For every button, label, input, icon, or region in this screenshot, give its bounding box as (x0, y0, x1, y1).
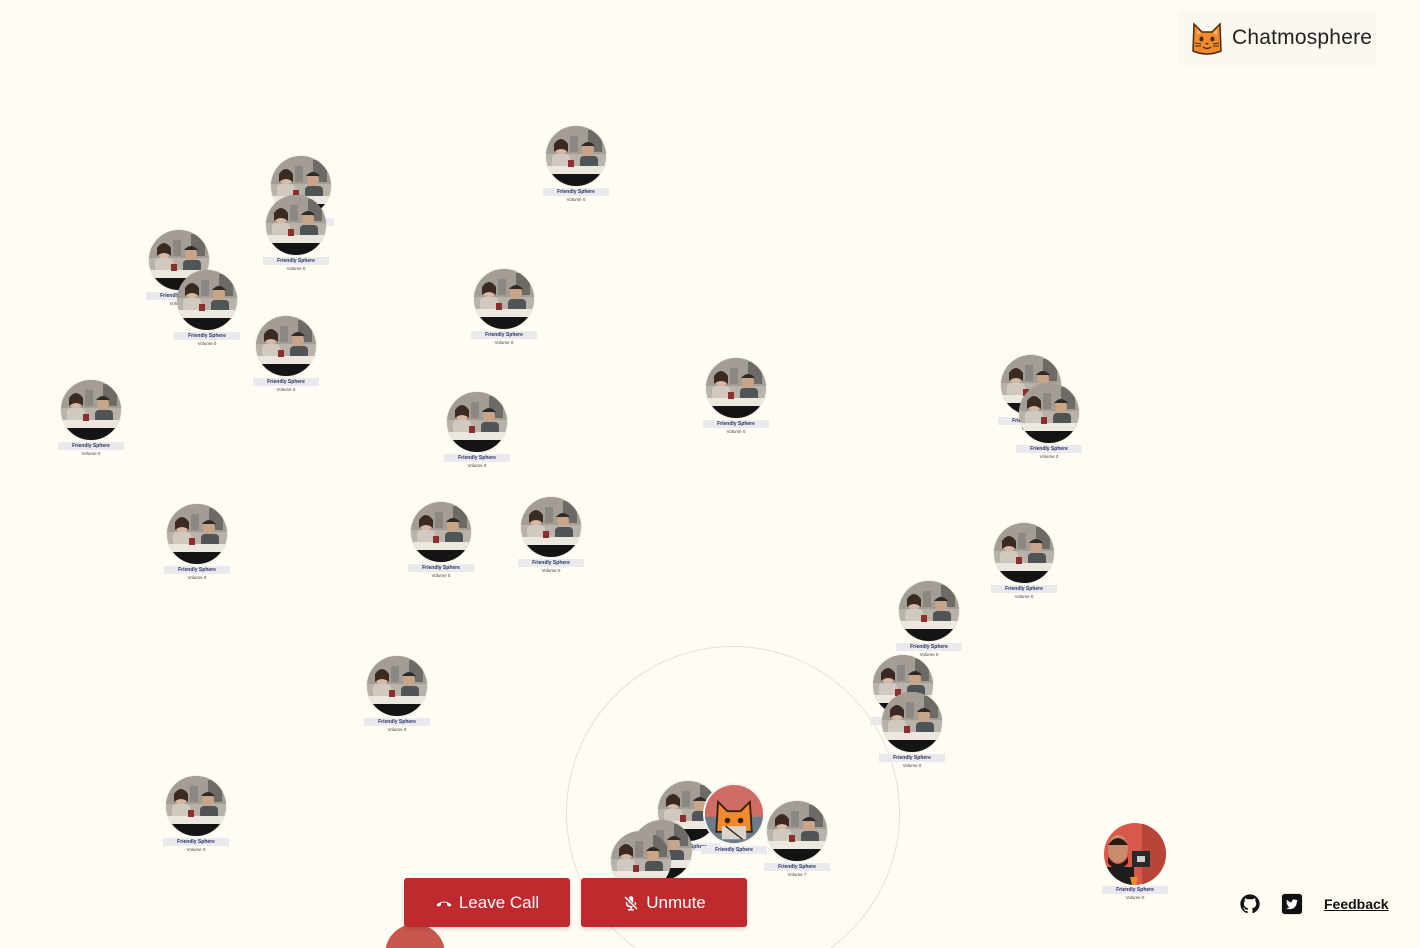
phone-hangup-icon (436, 901, 452, 907)
participant-name-tag: Friendly Sphere (408, 564, 474, 572)
video-feed-icon (474, 269, 534, 329)
participant-video (367, 656, 427, 716)
participant-volume: Volume 0 (276, 387, 296, 392)
video-feed-icon (266, 195, 326, 255)
participant-video (546, 126, 606, 186)
participant-volume: Volume 0 (1039, 454, 1059, 459)
participant-video (256, 316, 316, 376)
github-icon (1240, 894, 1260, 914)
leave-call-button[interactable]: Leave Call (404, 878, 570, 927)
leave-call-label: Leave Call (458, 892, 540, 912)
participant-volume: Volume 0 (494, 340, 514, 345)
unmute-label: Unmute (646, 892, 706, 912)
participant-name-tag: Friendly Sphere (1016, 445, 1082, 453)
participant-video (166, 776, 226, 836)
participant-name-tag: Friendly Sphere (253, 378, 319, 386)
participant-video (447, 392, 507, 452)
participant-name-tag: Friendly Sphere (991, 585, 1057, 593)
participant-video (882, 692, 942, 752)
self-avatar[interactable] (703, 783, 765, 845)
participant-volume: Volume 0 (387, 727, 407, 732)
participant-volume: Volume 0 (902, 763, 922, 768)
participant-video (411, 502, 471, 562)
host-avatar[interactable] (1104, 823, 1166, 885)
participant-name-tag: Friendly Sphere (444, 454, 510, 462)
participant-video (767, 801, 827, 861)
participant-name-tag: Friendly Sphere (174, 332, 240, 340)
twitter-link[interactable] (1281, 893, 1303, 915)
participant-name-tag: Friendly Sphere (879, 754, 945, 762)
mic-off-icon (624, 895, 639, 910)
participant-video (994, 523, 1054, 583)
video-feed-icon (256, 316, 316, 376)
participant-video (474, 269, 534, 329)
participant-name-tag: Friendly Sphere (543, 188, 609, 196)
github-link[interactable] (1239, 893, 1261, 915)
participant-name-tag: Friendly Sphere (164, 566, 230, 574)
participant-name-tag: Friendly Sphere (896, 643, 962, 651)
participant-name-tag: Friendly Sphere (518, 559, 584, 567)
participant-video (167, 504, 227, 564)
participant-name-tag: Friendly Sphere (764, 863, 830, 871)
participant-name-tag: Friendly Sphere (703, 420, 769, 428)
video-feed-icon (882, 692, 942, 752)
video-feed-icon (899, 581, 959, 641)
participant-volume: Volume 0 (566, 197, 586, 202)
video-feed-icon (767, 801, 827, 861)
participant-volume: Volume 0 (467, 463, 487, 468)
host-video-icon (1104, 823, 1166, 885)
twitter-icon (1281, 893, 1303, 915)
participant-volume: Volume 0 (726, 429, 746, 434)
participant-video (266, 195, 326, 255)
self-cat-avatar-icon (705, 785, 763, 843)
participant-name-tag: Friendly Sphere (263, 257, 329, 265)
video-feed-icon (177, 270, 237, 330)
participant-volume: Volume 0 (431, 573, 451, 578)
self-name-tag: Friendly Sphere (701, 846, 767, 854)
participant-volume: Volume 0 (286, 266, 306, 271)
participant-volume: Volume 7 (787, 872, 807, 877)
participant-video (177, 270, 237, 330)
video-feed-icon (166, 776, 226, 836)
video-feed-icon (411, 502, 471, 562)
video-feed-icon (994, 523, 1054, 583)
video-feed-icon (447, 392, 507, 452)
participant-volume: Volume 0 (1014, 594, 1034, 599)
cat-face-icon (1192, 22, 1222, 55)
participant-video (521, 497, 581, 557)
video-feed-icon (546, 126, 606, 186)
participant-volume: Volume 0 (197, 341, 217, 346)
participant-name-tag: Friendly Sphere (163, 838, 229, 846)
participant-name-tag: Friendly Sphere (58, 442, 124, 450)
video-feed-icon (367, 656, 427, 716)
video-feed-icon (167, 504, 227, 564)
video-feed-icon (706, 358, 766, 418)
participant-name-tag: Friendly Sphere (471, 331, 537, 339)
conference-canvas[interactable]: Friendly Sphere Friendly SphereVolume 0 … (0, 0, 1420, 948)
video-feed-icon (1019, 383, 1079, 443)
host-volume: Volume 0 (1125, 895, 1145, 900)
brand-header: Chatmosphere (1178, 10, 1376, 66)
participant-video (706, 358, 766, 418)
video-feed-icon (521, 497, 581, 557)
participant-volume: Volume 0 (81, 451, 101, 456)
participant-name-tag: Friendly Sphere (364, 718, 430, 726)
participant-video (1019, 383, 1079, 443)
feedback-link[interactable]: Feedback (1324, 896, 1389, 912)
unmute-button[interactable]: Unmute (581, 878, 747, 927)
participant-volume: Volume 0 (187, 575, 207, 580)
video-feed-icon (61, 380, 121, 440)
participant-video (899, 581, 959, 641)
participant-volume: Volume 0 (186, 847, 206, 852)
host-name-tag: Friendly Sphere (1102, 886, 1168, 894)
app-title: Chatmosphere (1232, 26, 1373, 49)
offscreen-sphere[interactable] (385, 924, 445, 948)
participant-video (61, 380, 121, 440)
participant-volume: Volume 0 (541, 568, 561, 573)
